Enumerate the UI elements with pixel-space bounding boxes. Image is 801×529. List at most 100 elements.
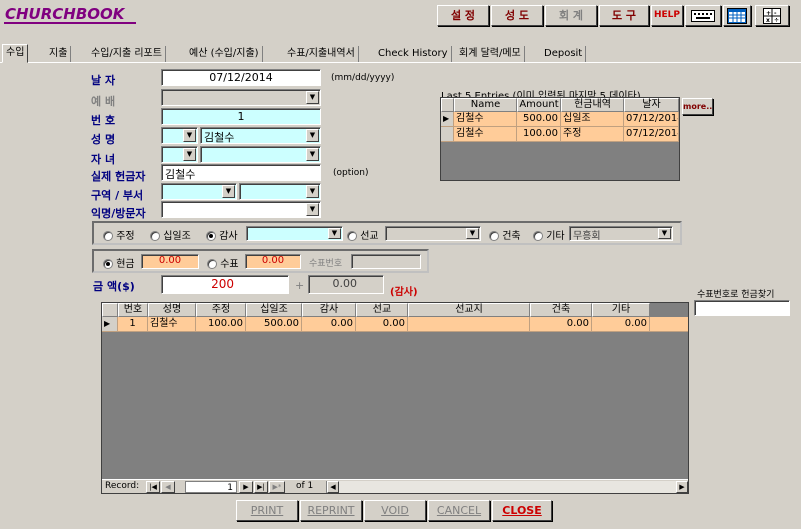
children-select[interactable]: ▼ xyxy=(200,146,321,163)
calculator-icon: + -x ÷ xyxy=(763,8,781,24)
offering-tithe-option[interactable]: 십일조 xyxy=(150,227,191,242)
grid-cell-filler xyxy=(650,317,688,332)
keyboard-icon xyxy=(691,10,715,22)
check-search-field[interactable] xyxy=(694,300,790,316)
last-entries-grid: Name Amount 헌금내역 날자 ▶ 김철수 500.00 십일조 07/… xyxy=(440,97,680,181)
district-select[interactable]: ▼ xyxy=(161,183,237,200)
extra-amount-field[interactable]: 0.00 xyxy=(308,275,384,294)
tools-button[interactable]: 도 구 xyxy=(599,5,649,26)
last-entry-date[interactable]: 07/12/2014 xyxy=(624,112,679,127)
children-prefix-select[interactable]: ▼ xyxy=(161,146,198,163)
tab-check-expense[interactable]: 수표/지출내역서 xyxy=(284,46,359,62)
amount-field[interactable]: 200 xyxy=(161,275,289,294)
other-select-value: 무흥회 xyxy=(573,231,601,241)
offering-building-option[interactable]: 건축 xyxy=(489,227,521,242)
cash-amount-field[interactable]: 0.00 xyxy=(141,254,199,269)
more-button[interactable]: more.. xyxy=(682,98,713,115)
offering-other-option[interactable]: 기타 xyxy=(533,227,565,242)
tab-expense[interactable]: 지출 xyxy=(46,46,72,62)
prev-record-button[interactable]: ◀ xyxy=(161,481,175,493)
grid-cell-mission[interactable]: 0.00 xyxy=(356,317,408,332)
grid-cell-thanks[interactable]: 0.00 xyxy=(302,317,356,332)
accounting-button[interactable]: 회 계 xyxy=(545,5,597,26)
thanks-select[interactable]: ▼ xyxy=(246,226,343,241)
grid-cell-mission-place[interactable] xyxy=(408,317,530,332)
tab-check-history[interactable]: Check History xyxy=(375,46,452,62)
void-button[interactable]: VOID xyxy=(364,500,426,521)
name-select[interactable]: 김철수 ▼ xyxy=(200,127,321,144)
svg-text:÷: ÷ xyxy=(774,17,779,24)
help-button[interactable]: HELP xyxy=(651,5,683,26)
new-record-button[interactable]: ▶* xyxy=(269,481,285,493)
grid-cell-building[interactable]: 0.00 xyxy=(530,317,592,332)
last-entry-type[interactable]: 십일조 xyxy=(561,112,624,127)
date-field[interactable]: 07/12/2014 xyxy=(161,69,321,86)
chevron-down-icon: ▼ xyxy=(306,129,319,142)
offering-mission-label: 선교 xyxy=(360,231,379,242)
chevron-down-icon: ▼ xyxy=(306,203,319,216)
calculator-button[interactable]: + - x ÷ xyxy=(755,5,789,26)
row-selector[interactable]: ▶ xyxy=(102,317,118,332)
current-record-field[interactable]: 1 xyxy=(185,481,237,493)
cancel-button[interactable]: CANCEL xyxy=(428,500,490,521)
tab-deposit[interactable]: Deposit xyxy=(541,46,587,62)
last-entries-corner xyxy=(441,98,454,112)
last-entry-type[interactable]: 주정 xyxy=(561,127,624,142)
row-selector[interactable] xyxy=(441,127,454,142)
real-giver-field[interactable]: 김철수 xyxy=(161,164,321,181)
anonymous-select[interactable]: ▼ xyxy=(161,201,321,218)
tab-report[interactable]: 수입/지출 리포트 xyxy=(88,46,166,62)
name-prefix-select[interactable]: ▼ xyxy=(161,127,198,144)
scroll-left-button[interactable]: ◀ xyxy=(327,481,339,493)
chevron-down-icon: ▼ xyxy=(466,228,479,239)
first-record-button[interactable]: |◀ xyxy=(146,481,160,493)
members-button[interactable]: 성 도 xyxy=(491,5,543,26)
grid-cell-no[interactable]: 1 xyxy=(118,317,148,332)
grid-corner xyxy=(102,303,118,317)
tab-calendar[interactable]: 회계 달력/메모 xyxy=(456,46,525,62)
grid-cell-weekly[interactable]: 100.00 xyxy=(196,317,246,332)
mission-select[interactable]: ▼ xyxy=(385,226,481,241)
keyboard-button[interactable] xyxy=(685,5,721,26)
number-field[interactable]: 1 xyxy=(161,108,321,125)
tab-budget[interactable]: 예산 (수입/지출) xyxy=(186,46,263,62)
offering-mission-option[interactable]: 선교 xyxy=(347,227,379,242)
payment-check-option[interactable]: 수표 xyxy=(207,255,239,270)
last-entry-amount[interactable]: 100.00 xyxy=(517,127,561,142)
reprint-button[interactable]: REPRINT xyxy=(300,500,362,521)
department-select[interactable]: ▼ xyxy=(239,183,321,200)
last-entry-name[interactable]: 김철수 xyxy=(454,112,517,127)
row-selector[interactable]: ▶ xyxy=(441,112,454,127)
offering-weekly-label: 주정 xyxy=(116,231,135,242)
check-number-field[interactable] xyxy=(351,254,421,269)
calendar-button[interactable] xyxy=(723,5,751,26)
radio-icon xyxy=(103,231,113,241)
horizontal-scrollbar[interactable]: ◀ ▶ xyxy=(326,481,688,493)
scroll-right-button[interactable]: ▶ xyxy=(676,481,688,493)
print-button[interactable]: PRINT xyxy=(236,500,298,521)
logo-underline xyxy=(4,22,136,24)
radio-icon xyxy=(533,231,543,241)
close-button[interactable]: CLOSE xyxy=(492,500,552,521)
grid-cell-tithe[interactable]: 500.00 xyxy=(246,317,302,332)
last-entries-header-name: Name xyxy=(454,98,517,112)
last-entry-name[interactable]: 김철수 xyxy=(454,127,517,142)
payment-check-label: 수표 xyxy=(220,259,239,270)
grid-cell-other[interactable]: 0.00 xyxy=(592,317,650,332)
next-record-button[interactable]: ▶ xyxy=(239,481,253,493)
last-entry-date[interactable]: 07/12/2014 xyxy=(624,127,679,142)
worship-select[interactable]: ▼ xyxy=(161,89,321,106)
last-record-button[interactable]: ▶| xyxy=(254,481,268,493)
other-select[interactable]: 무흥회 ▼ xyxy=(569,226,673,241)
tab-income[interactable]: 수입 xyxy=(2,44,29,63)
grid-cell-name[interactable]: 김철수 xyxy=(148,317,196,332)
offering-weekly-option[interactable]: 주정 xyxy=(103,227,135,242)
record-label: Record: xyxy=(105,481,140,491)
check-amount-field[interactable]: 0.00 xyxy=(245,254,301,269)
settings-button[interactable]: 설 정 xyxy=(437,5,489,26)
payment-cash-option[interactable]: 현금 xyxy=(103,255,135,270)
offering-thanks-option[interactable]: 감사 xyxy=(206,227,238,242)
grid-header-other: 기타 xyxy=(592,303,650,317)
anonymous-label: 익명/방문자 xyxy=(91,207,146,220)
last-entry-amount[interactable]: 500.00 xyxy=(517,112,561,127)
